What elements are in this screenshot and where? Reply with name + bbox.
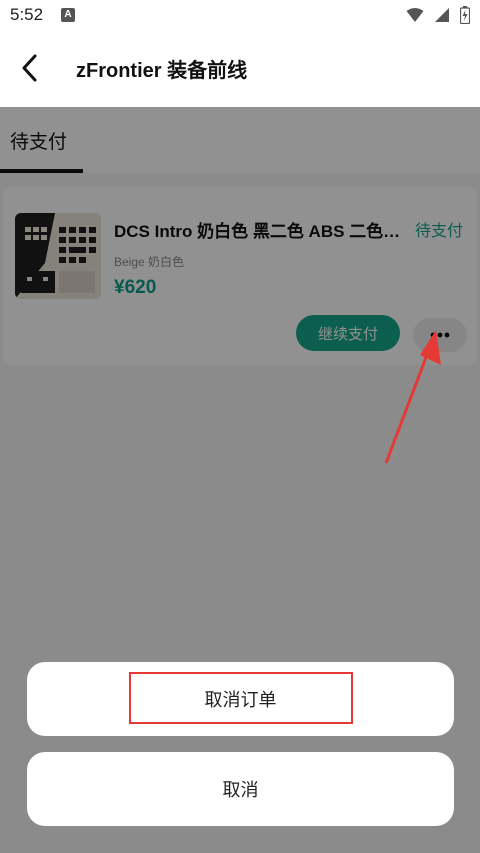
app-header: zFrontier 装备前线 — [0, 32, 480, 107]
cancel-order-button[interactable]: 取消订单 — [27, 662, 454, 736]
notification-icon: A — [61, 8, 75, 22]
dismiss-cancel-button[interactable]: 取消 — [27, 752, 454, 826]
modal-overlay[interactable] — [0, 107, 480, 853]
back-button[interactable] — [14, 52, 46, 84]
battery-icon — [460, 6, 470, 24]
status-time: 5:52 — [10, 5, 44, 24]
page-title: zFrontier 装备前线 — [76, 60, 248, 82]
signal-icon — [435, 8, 449, 22]
wifi-icon — [406, 8, 424, 22]
status-icons — [406, 6, 470, 24]
status-bar: 5:52 A — [0, 0, 480, 32]
annotation-arrow-icon — [384, 330, 441, 464]
back-arrow-icon — [22, 54, 37, 82]
